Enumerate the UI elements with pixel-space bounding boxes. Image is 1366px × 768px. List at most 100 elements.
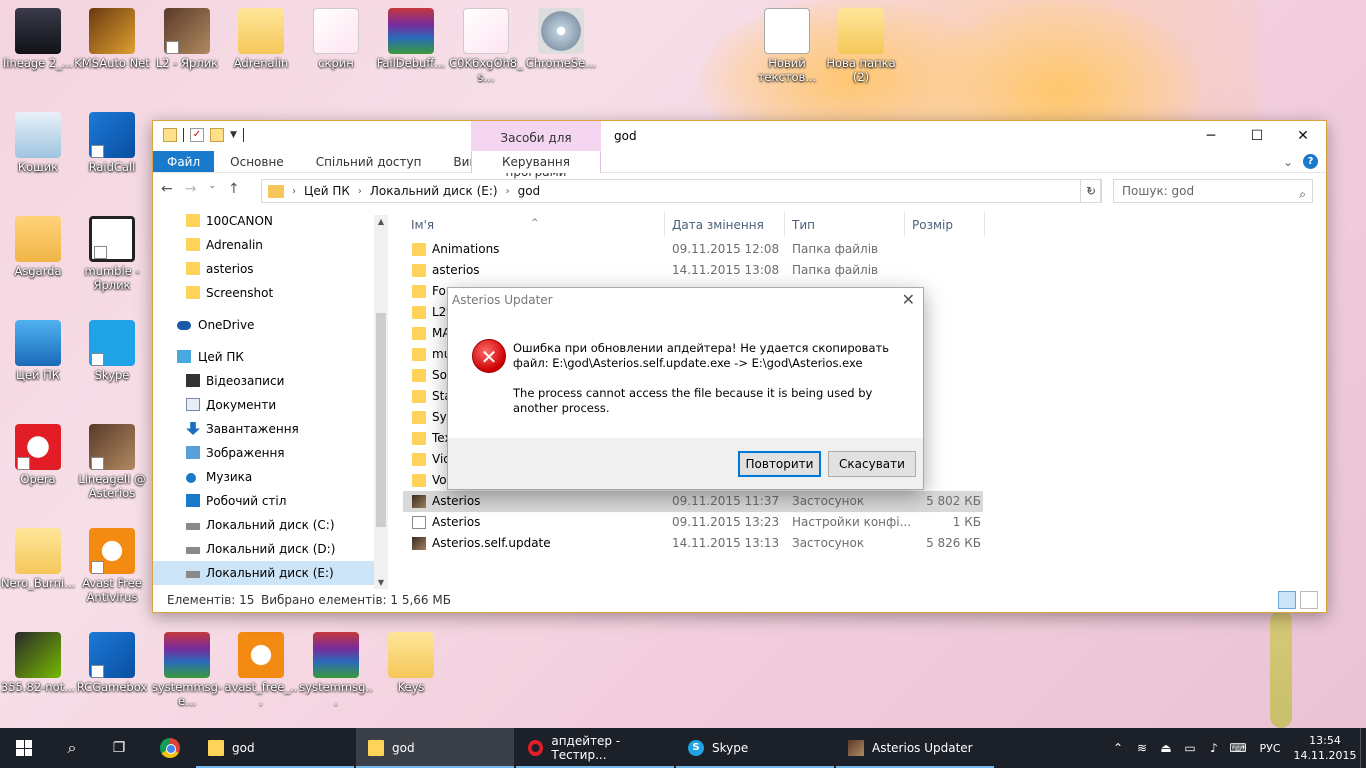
nav-item-drive-c[interactable]: Локальний диск (C:) [153,513,388,537]
desktop-icon-avast-free[interactable]: avast_free_... [223,632,299,708]
desktop-icon-recycle-bin[interactable]: Кошик [0,112,76,174]
desktop-icon-new-folder[interactable]: Нова папка (2) [823,8,899,84]
column-date[interactable]: Дата змінення [672,218,764,232]
close-icon[interactable]: ✕ [902,290,915,309]
desktop-icon-lineage2[interactable]: lineage 2_... [0,8,76,70]
nav-item-desktop[interactable]: Робочий стіл [153,489,388,513]
column-type[interactable]: Тип [792,218,815,232]
search-input[interactable]: Пошук: god ⌕ [1113,179,1313,203]
nav-item-drive-e[interactable]: Локальний диск (E:) [153,561,388,585]
details-view-icon[interactable] [1278,591,1296,609]
back-arrow-icon[interactable]: ← [161,181,173,197]
desktop-icon-kmsauto[interactable]: KMSAuto Net [74,8,150,70]
file-row[interactable]: Animations 09.11.2015 12:08 Папка файлів [403,239,983,260]
file-row[interactable]: asterios 14.11.2015 13:08 Папка файлів [403,260,983,281]
nav-item-this-pc[interactable]: Цей ПК [153,345,388,369]
chevron-up-icon[interactable]: ⌃ [1106,741,1130,755]
chevron-down-icon[interactable]: ⌄ [1283,155,1293,169]
desktop-icon-c0k6[interactable]: C0K6xgOh8_s... [448,8,524,84]
desktop-icon-systemmsg-e[interactable]: systemmsg-e... [149,632,225,708]
task-view-icon[interactable]: ❐ [96,728,142,768]
breadcrumb-this-pc[interactable]: Цей ПК [304,184,350,198]
large-icons-view-icon[interactable] [1300,591,1318,609]
column-name[interactable]: Ім'я [411,218,434,232]
desktop-icon-mumble[interactable]: mumble - Ярлик [74,216,150,292]
nav-item-onedrive[interactable]: OneDrive [153,313,388,337]
new-folder-icon[interactable] [210,128,224,142]
tab-share[interactable]: Спільний доступ [300,151,438,172]
breadcrumb-drive-e[interactable]: Локальний диск (E:) [370,184,498,198]
nav-scrollbar[interactable]: ▲ ▼ [374,215,388,589]
desktop-icon-chromese[interactable]: ChromeSe... [523,8,599,70]
nav-item-pictures[interactable]: Зображення [153,441,388,465]
scroll-down-icon[interactable]: ▼ [374,578,388,587]
search-icon[interactable]: ⌕ [50,728,94,768]
monitor-icon[interactable]: ▭ [1178,741,1202,755]
nav-item-screenshot[interactable]: Screenshot [153,281,388,305]
address-bar[interactable]: › Цей ПК › Локальний диск (E:) › god ⌄ [261,179,1101,203]
nav-item-documents[interactable]: Документи [153,393,388,417]
keyboard-icon[interactable]: ⌨ [1226,741,1250,755]
chrome-taskbar-button[interactable] [150,728,190,768]
taskbar-item-god-2[interactable]: god [356,728,514,768]
desktop-icon-skype[interactable]: Skype [74,320,150,382]
taskbar-item-skype[interactable]: S Skype [676,728,834,768]
desktop-icon-skrin[interactable]: скрин [298,8,374,70]
breadcrumb-god[interactable]: god [518,184,541,198]
chevron-down-icon[interactable]: ▼ [230,130,237,140]
nav-item-drive-d[interactable]: Локальний диск (D:) [153,537,388,561]
wifi-icon[interactable]: ≋ [1130,741,1154,755]
language-indicator[interactable]: РУС [1250,742,1290,755]
file-row-selected[interactable]: Asterios 09.11.2015 11:37 Застосунок 5 802 … [403,491,983,512]
usb-icon[interactable]: ⏏ [1154,741,1178,755]
scrollbar-thumb[interactable] [376,313,386,527]
file-row[interactable]: Asterios 09.11.2015 13:23 Настройки конфі.… [403,512,983,533]
nav-item-asterios[interactable]: asterios [153,257,388,281]
chevron-right-icon[interactable]: › [358,186,362,197]
nav-item-100canon[interactable]: 100CANON [153,209,388,233]
chevron-right-icon[interactable]: › [292,186,296,197]
taskbar-item-asterios-updater[interactable]: Asterios Updater [836,728,994,768]
nav-item-videos[interactable]: Відеозаписи [153,369,388,393]
forward-arrow-icon[interactable]: → [185,181,197,197]
desktop-icon-asgarda[interactable]: Asgarda [0,216,76,278]
clock[interactable]: 13:54 14.11.2015 [1290,733,1360,763]
up-arrow-icon[interactable]: ↑ [228,181,240,197]
refresh-button[interactable]: ↻ [1080,179,1102,203]
taskbar-item-god-1[interactable]: god [196,728,354,768]
tab-manage[interactable]: Керування [471,151,601,173]
desktop-icon-l2-shortcut[interactable]: L2 - Ярлик [149,8,225,70]
desktop-icon-nvidia[interactable]: 355.82-not... [0,632,76,694]
volume-icon[interactable]: ♪ [1202,741,1226,755]
chevron-right-icon[interactable]: › [506,186,510,197]
column-size[interactable]: Розмір [912,218,953,232]
nav-item-downloads[interactable]: Завантаження [153,417,388,441]
tab-file[interactable]: Файл [153,151,215,172]
desktop-icon-rcgamebox[interactable]: RCGamebox [74,632,150,694]
desktop-icon-adrenalin[interactable]: Adrenalin [223,8,299,70]
minimize-button[interactable]: ─ [1188,121,1234,151]
desktop-icon-systemmsg[interactable]: systemmsg... [298,632,374,708]
desktop-icon-faildebuff[interactable]: FailDebuff... [373,8,449,70]
start-button[interactable] [0,728,48,768]
desktop-icon-lineage-asterios[interactable]: LineageII @ Asterios [74,424,150,500]
cancel-button[interactable]: Скасувати [828,451,916,477]
maximize-button[interactable]: ☐ [1234,121,1280,151]
nav-item-music[interactable]: Музика [153,465,388,489]
nav-item-adrenalin[interactable]: Adrenalin [153,233,388,257]
recent-chevron-icon[interactable]: ⌄ [208,181,216,197]
taskbar-item-opera[interactable]: апдейтер - Тестир... [516,728,674,768]
properties-icon[interactable]: ✓ [190,128,204,142]
title-bar[interactable]: ✓ ▼ Засоби для програми god ─ ☐ ✕ [153,121,1326,179]
desktop-icon-raidcall[interactable]: RaidCall [74,112,150,174]
tab-home[interactable]: Основне [214,151,300,172]
desktop-icon-this-pc[interactable]: Цей ПК [0,320,76,382]
desktop-icon-new-text[interactable]: Новий текстов... [749,8,825,84]
retry-button[interactable]: Повторити [738,451,821,477]
show-desktop-button[interactable] [1360,728,1366,768]
desktop-icon-avast[interactable]: Avast Free Antivirus [74,528,150,604]
folder-icon[interactable] [163,128,177,142]
help-icon[interactable]: ? [1303,154,1318,169]
desktop-icon-nero[interactable]: Nero_Burni... [0,528,76,590]
desktop-icon-keys[interactable]: Keys [373,632,449,694]
